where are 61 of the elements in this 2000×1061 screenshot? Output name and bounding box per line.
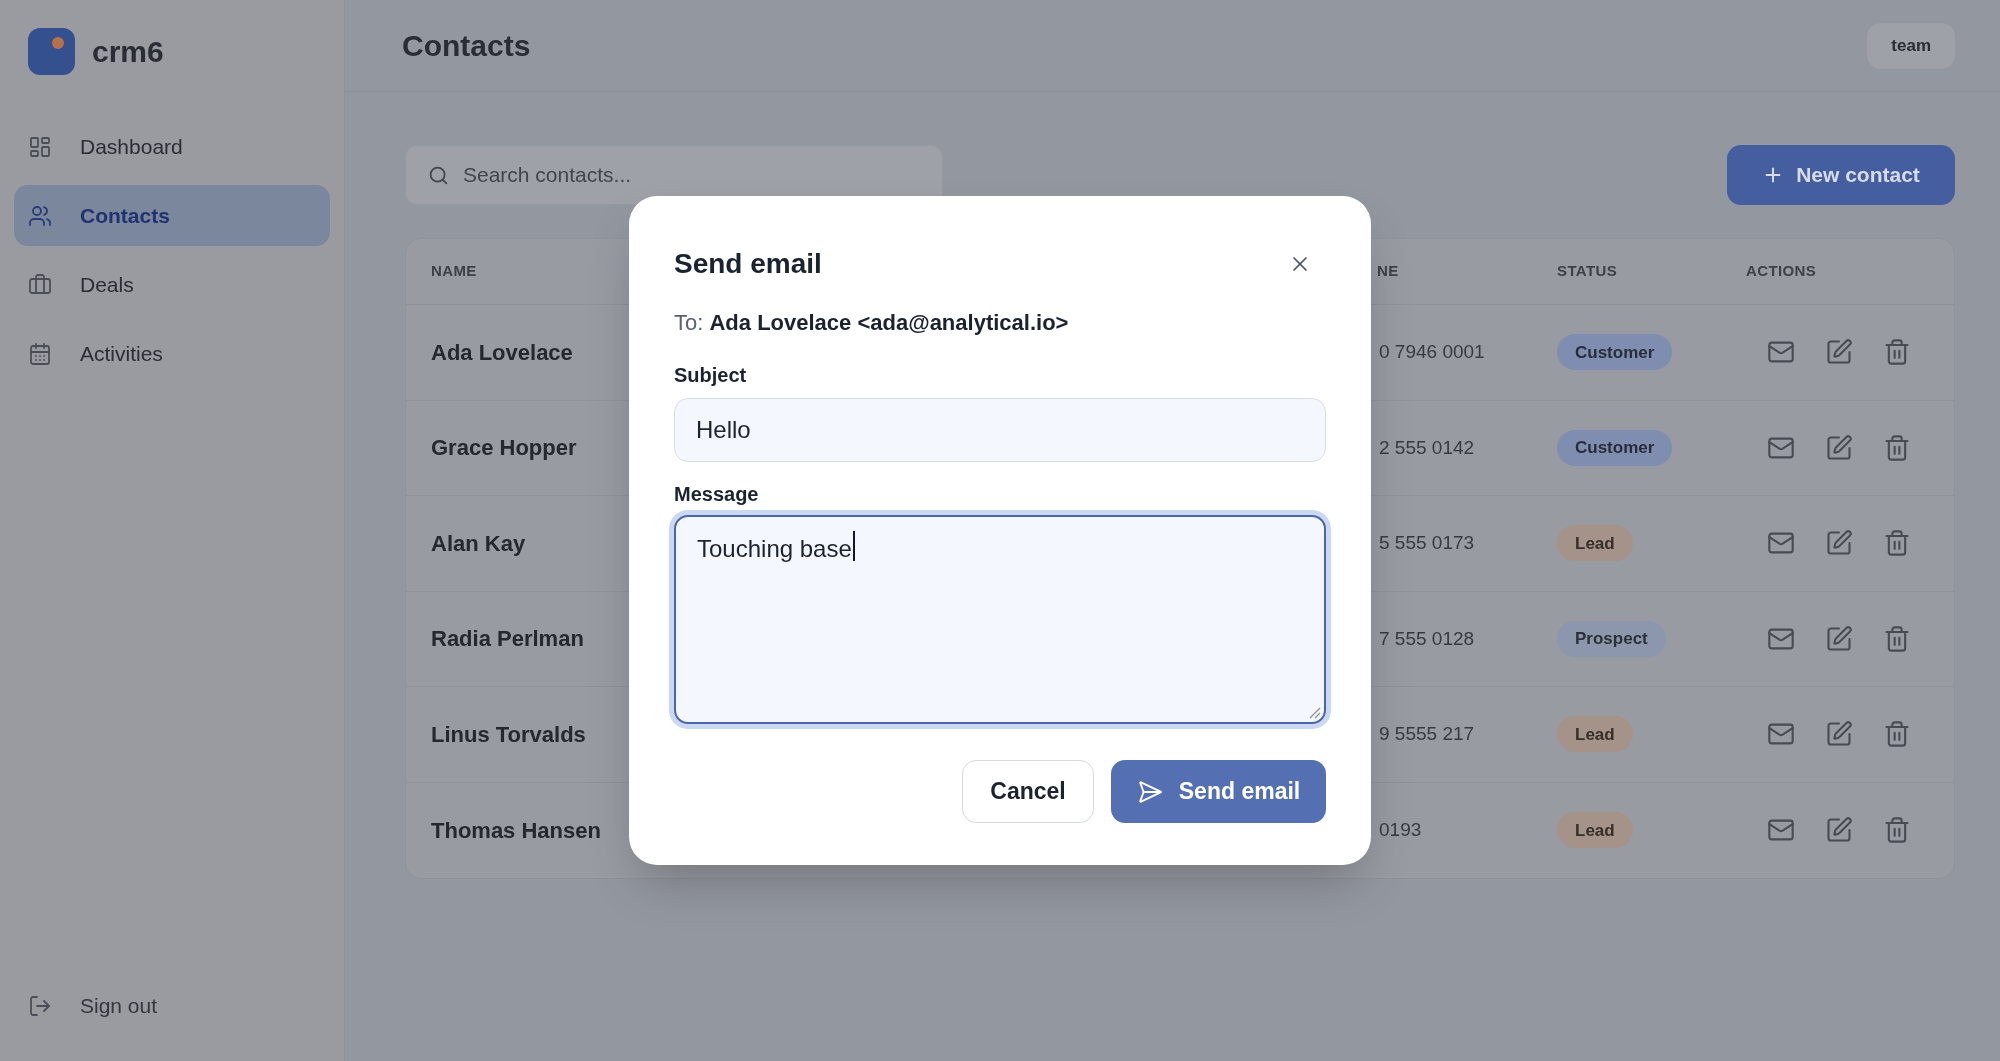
pencil-icon[interactable]: [1825, 816, 1853, 845]
phone-number: 0193: [1378, 818, 1422, 842]
trash-icon[interactable]: [1883, 624, 1911, 653]
status-badge: Customer: [1557, 429, 1673, 466]
contact-name: Grace Hopper: [431, 434, 577, 463]
nav-item[interactable]: Dashboard: [14, 116, 330, 177]
logo-icon: [28, 28, 75, 75]
phone-number: 9 5555 217: [1378, 722, 1475, 746]
sign-out-link[interactable]: Sign out: [14, 975, 330, 1036]
status-badge: Customer: [1557, 334, 1673, 371]
column-header: STATUS: [1557, 261, 1618, 282]
send-button[interactable]: Send email: [1111, 760, 1326, 823]
people-icon: [28, 203, 52, 228]
logout-icon: [28, 993, 52, 1018]
phone-number: 5 555 0173: [1378, 531, 1475, 555]
nav-item[interactable]: Deals: [14, 254, 330, 315]
field-label: Subject: [674, 363, 748, 388]
field-label: Message: [674, 482, 760, 507]
phone-number: 7 555 0128: [1378, 626, 1475, 651]
text-cursor-icon: [852, 531, 855, 561]
subject-field[interactable]: Hello: [674, 398, 1326, 462]
team-button[interactable]: team: [1867, 22, 1955, 69]
trash-icon[interactable]: [1883, 720, 1911, 749]
phone-number: 0 7946 0001: [1378, 340, 1485, 364]
trash-icon[interactable]: [1883, 816, 1911, 845]
trash-icon[interactable]: [1883, 433, 1911, 462]
column-header: ACTIONS: [1746, 261, 1817, 282]
pencil-icon[interactable]: [1825, 529, 1853, 558]
briefcase-icon: [28, 272, 52, 297]
contact-name: Linus Torvalds: [431, 720, 586, 749]
pencil-icon[interactable]: [1825, 624, 1853, 653]
search-field[interactable]: Search contacts...: [405, 145, 943, 205]
app-name: crm6: [92, 34, 164, 70]
cancel-button[interactable]: Cancel: [962, 760, 1094, 823]
trash-icon[interactable]: [1883, 338, 1911, 367]
page-title: Contacts: [402, 28, 531, 64]
column-header: NAME: [431, 261, 477, 282]
contact-name: Thomas Hansen: [431, 816, 601, 845]
search-icon: [428, 164, 449, 186]
contact-name: Radia Perlman: [431, 625, 584, 654]
contact-name: Ada Lovelace: [431, 338, 573, 367]
status-badge: Lead: [1557, 716, 1633, 753]
nav-item[interactable]: Activities: [14, 323, 330, 384]
status-badge: Lead: [1557, 525, 1633, 562]
new-contact-button[interactable]: New contact: [1727, 145, 1955, 205]
paper-plane-icon: [1136, 778, 1163, 805]
recipient-line: To: Ada Lovelace <ada@analytical.io>: [674, 309, 1070, 337]
pencil-icon[interactable]: [1825, 338, 1853, 367]
status-badge: Prospect: [1557, 620, 1666, 657]
contact-name: Alan Kay: [431, 529, 526, 558]
nav-item[interactable]: Contacts: [14, 185, 330, 246]
status-badge: Lead: [1557, 812, 1633, 849]
dialog-title: Send email: [674, 247, 822, 281]
grid-icon: [28, 134, 52, 159]
resize-handle-icon[interactable]: [1309, 707, 1321, 719]
pencil-icon[interactable]: [1825, 720, 1853, 749]
phone-number: 2 555 0142: [1378, 435, 1475, 460]
pencil-icon[interactable]: [1825, 433, 1853, 462]
calendar-icon: [28, 341, 52, 366]
trash-icon[interactable]: [1883, 529, 1911, 558]
column-header: NE: [1376, 261, 1399, 282]
